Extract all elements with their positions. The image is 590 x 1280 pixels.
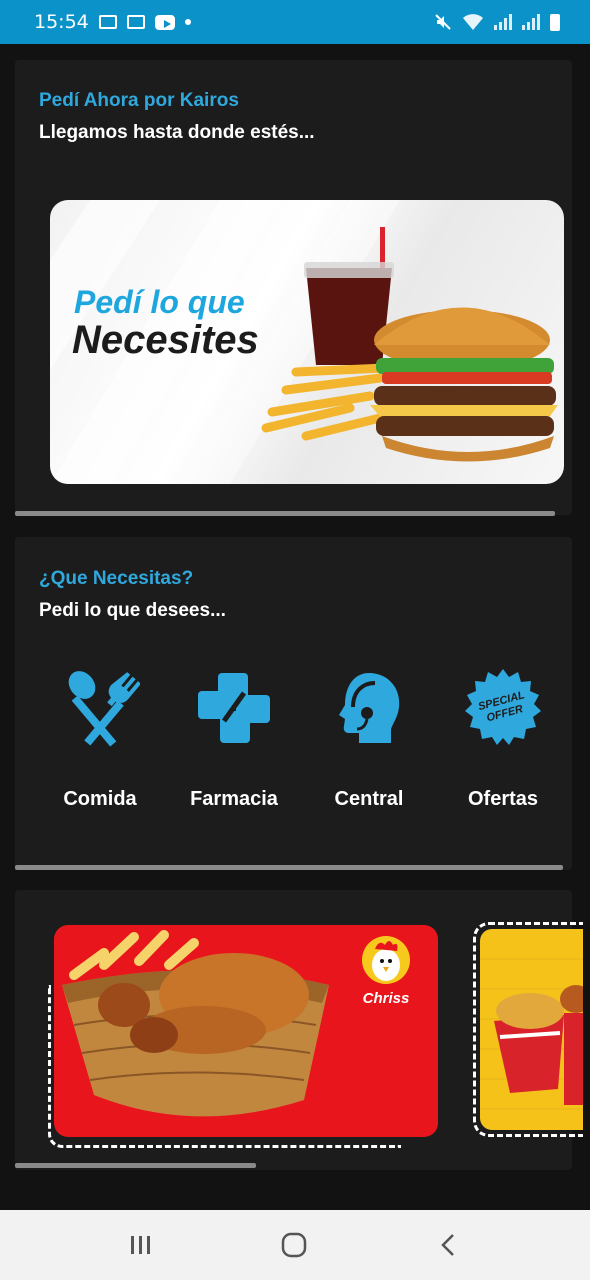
special-offer-icon: SPECIAL OFFER xyxy=(465,669,541,745)
recent-apps-icon xyxy=(131,1236,150,1254)
order-scroll-indicator xyxy=(15,511,555,516)
fries-chicken-cup-image xyxy=(480,958,583,1110)
back-icon xyxy=(441,1234,454,1256)
needs-scroll-indicator xyxy=(15,865,563,870)
order-subtitle: Llegamos hasta donde estés... xyxy=(39,122,315,143)
category-ofertas[interactable]: SPECIAL OFFER Ofertas xyxy=(443,667,563,811)
home-button[interactable] xyxy=(254,1210,334,1280)
category-comida-label: Comida xyxy=(63,788,137,810)
burger-fries-soda-image xyxy=(261,227,558,462)
home-icon xyxy=(281,1232,307,1258)
system-nav-bar xyxy=(0,1210,590,1280)
signal-icon xyxy=(522,14,540,30)
promo-secondary-image-frame xyxy=(480,929,583,1130)
mute-icon xyxy=(435,14,451,30)
needs-title: ¿Que Necesitas? xyxy=(39,568,194,589)
laptop-icon xyxy=(126,15,145,29)
rooster-icon xyxy=(362,936,410,984)
image-icon xyxy=(98,15,117,29)
category-central-label: Central xyxy=(334,788,404,810)
chriss-logo: Chriss xyxy=(358,935,414,1007)
battery-icon xyxy=(550,13,560,31)
category-central[interactable]: Central xyxy=(309,667,429,811)
support-headset-icon xyxy=(339,673,400,743)
recent-apps-button[interactable] xyxy=(101,1210,181,1280)
wifi-icon xyxy=(463,14,483,30)
spoon-fork-icon xyxy=(68,671,142,747)
back-button[interactable] xyxy=(408,1210,488,1280)
promo-chriss[interactable]: Chriss xyxy=(54,925,438,1137)
category-farmacia[interactable]: Farmacia xyxy=(174,667,294,811)
promo-banner[interactable]: Pedí lo que Necesites xyxy=(50,200,564,484)
category-comida[interactable]: Comida xyxy=(40,667,160,811)
youtube-icon xyxy=(154,14,175,30)
status-bar: 15:54 xyxy=(0,0,590,44)
notification-dot xyxy=(184,19,191,25)
promo-card: Chriss xyxy=(15,890,583,1170)
needs-subtitle: Pedi lo que desees... xyxy=(39,600,226,621)
order-card: Pedí Ahora por Kairos Llegamos hasta don… xyxy=(15,60,572,516)
order-title: Pedí Ahora por Kairos xyxy=(39,90,239,111)
category-farmacia-label: Farmacia xyxy=(190,788,278,810)
promo-secondary[interactable] xyxy=(473,922,583,1137)
pharmacy-cross-icon xyxy=(198,673,270,743)
signal-icon xyxy=(494,14,512,30)
needs-card: ¿Que Necesitas? Pedi lo que desees... Co… xyxy=(15,537,572,870)
category-ofertas-label: Ofertas xyxy=(467,788,539,810)
brand-name: Chriss xyxy=(362,990,410,1007)
status-time: 15:54 xyxy=(34,11,89,33)
promo-scroll-indicator xyxy=(15,1163,256,1168)
